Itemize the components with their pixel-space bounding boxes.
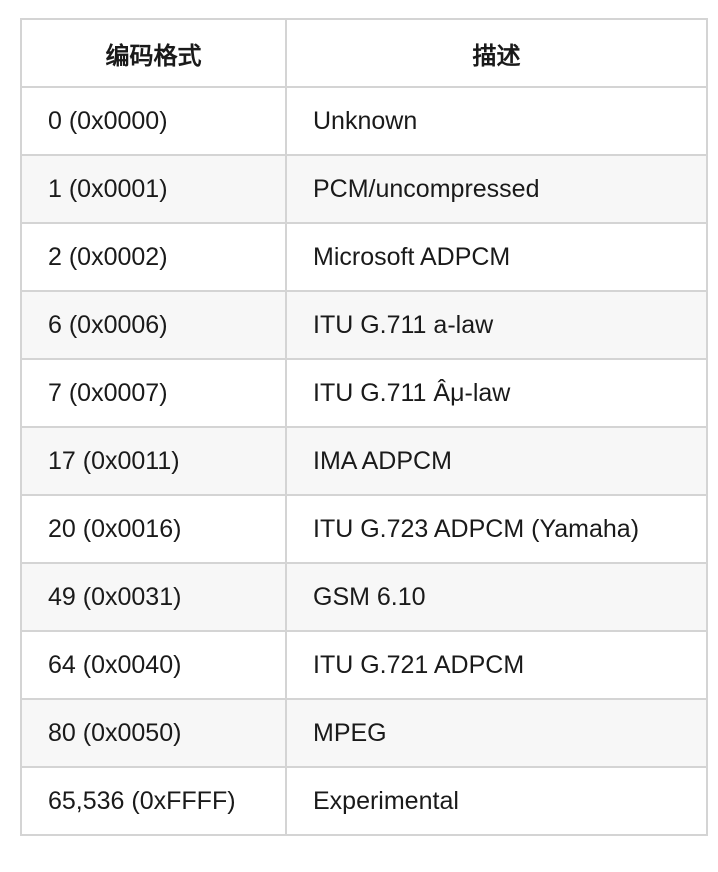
- codec-format-cell: 7 (0x0007): [20, 358, 287, 428]
- description-cell: ITU G.723 ADPCM (Yamaha): [285, 494, 708, 564]
- codec-format-cell: 65,536 (0xFFFF): [20, 766, 287, 836]
- codec-format-cell: 49 (0x0031): [20, 562, 287, 632]
- table-row: 80 (0x0050) MPEG: [20, 698, 708, 768]
- description-cell: Unknown: [285, 86, 708, 156]
- header-row: 编码格式 描述: [20, 18, 708, 88]
- codec-format-cell: 1 (0x0001): [20, 154, 287, 224]
- description-cell: Experimental: [285, 766, 708, 836]
- codec-format-cell: 6 (0x0006): [20, 290, 287, 360]
- description-cell: GSM 6.10: [285, 562, 708, 632]
- description-cell: Microsoft ADPCM: [285, 222, 708, 292]
- codec-table: 编码格式 描述 0 (0x0000) Unknown 1 (0x0001) PCM/u…: [20, 18, 708, 836]
- codec-format-cell: 20 (0x0016): [20, 494, 287, 564]
- description-cell: ITU G.721 ADPCM: [285, 630, 708, 700]
- table-row: 0 (0x0000) Unknown: [20, 86, 708, 156]
- table-row: 49 (0x0031) GSM 6.10: [20, 562, 708, 632]
- description-cell: ITU G.711 Âμ-law: [285, 358, 708, 428]
- description-cell: ITU G.711 a-law: [285, 290, 708, 360]
- table-row: 17 (0x0011) IMA ADPCM: [20, 426, 708, 496]
- header-description: 描述: [285, 18, 708, 88]
- codec-format-cell: 0 (0x0000): [20, 86, 287, 156]
- description-cell: IMA ADPCM: [285, 426, 708, 496]
- codec-format-cell: 17 (0x0011): [20, 426, 287, 496]
- codec-format-cell: 64 (0x0040): [20, 630, 287, 700]
- table-row: 6 (0x0006) ITU G.711 a-law: [20, 290, 708, 360]
- description-cell: PCM/uncompressed: [285, 154, 708, 224]
- page: 编码格式 描述 0 (0x0000) Unknown 1 (0x0001) PCM/u…: [0, 0, 718, 872]
- description-cell: MPEG: [285, 698, 708, 768]
- table-row: 65,536 (0xFFFF) Experimental: [20, 766, 708, 836]
- codec-format-cell: 2 (0x0002): [20, 222, 287, 292]
- table-row: 1 (0x0001) PCM/uncompressed: [20, 154, 708, 224]
- header-codec-format: 编码格式: [20, 18, 287, 88]
- table-row: 64 (0x0040) ITU G.721 ADPCM: [20, 630, 708, 700]
- table-row: 7 (0x0007) ITU G.711 Âμ-law: [20, 358, 708, 428]
- table-row: 20 (0x0016) ITU G.723 ADPCM (Yamaha): [20, 494, 708, 564]
- codec-format-cell: 80 (0x0050): [20, 698, 287, 768]
- table-row: 2 (0x0002) Microsoft ADPCM: [20, 222, 708, 292]
